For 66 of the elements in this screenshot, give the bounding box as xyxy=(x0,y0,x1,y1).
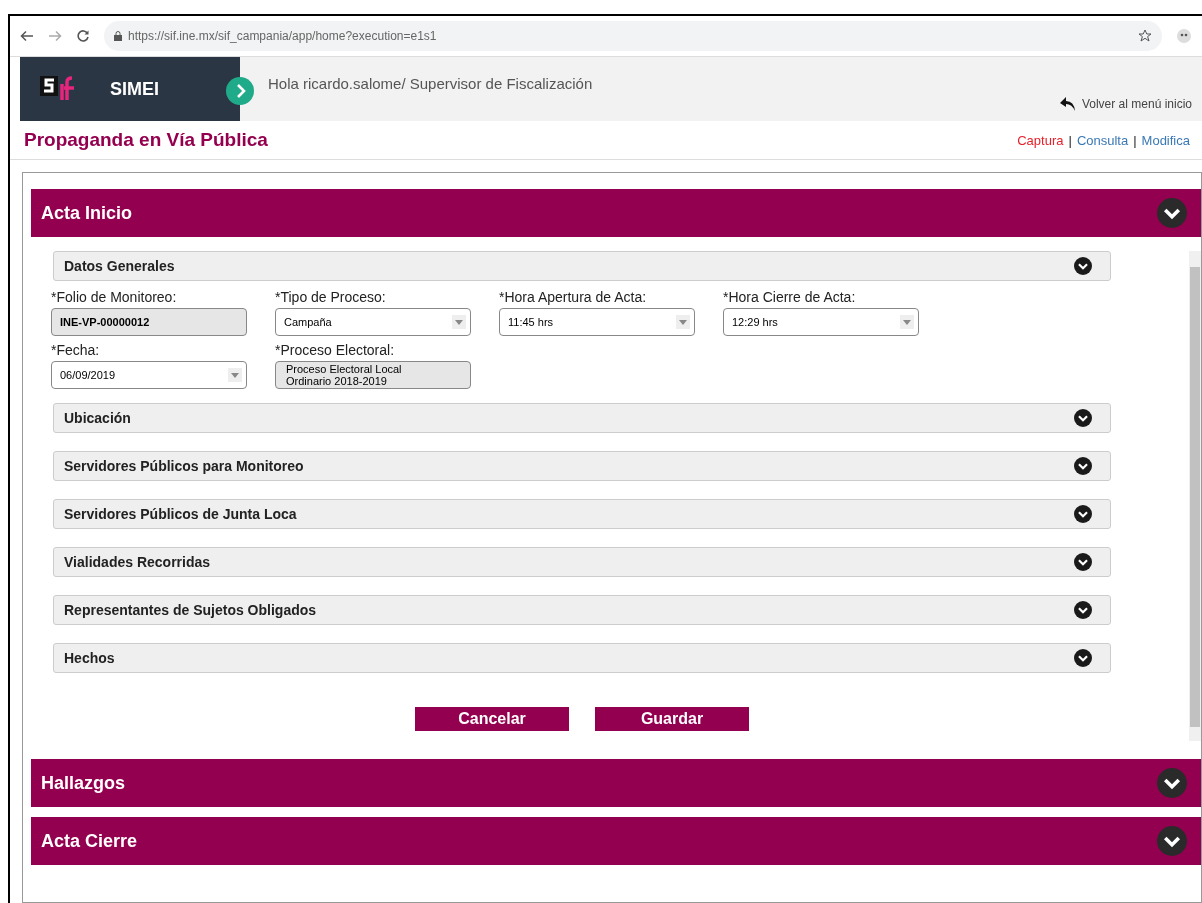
subsection-title: Vialidades Recorridas xyxy=(64,554,211,570)
subsection-header[interactable]: Vialidades Recorridas xyxy=(53,547,1111,577)
subsection-title: Datos Generales xyxy=(64,258,175,274)
section-title: Acta Inicio xyxy=(41,202,133,224)
input-field[interactable]: Proceso Electoral Local Ordinario 2018-2019 xyxy=(275,361,471,389)
subsection-title: Ubicación xyxy=(64,410,131,426)
subsection-header[interactable]: Ubicación xyxy=(53,403,1111,433)
subsection-title: Servidores Públicos de Junta Loca xyxy=(64,506,297,522)
chevron-down-icon[interactable] xyxy=(1074,601,1092,619)
dropdown-field[interactable]: 12:29 hrs xyxy=(723,308,919,336)
back-to-menu-link[interactable]: Volver al menú inicio xyxy=(1059,97,1202,121)
section-header[interactable]: Acta Cierre xyxy=(31,817,1201,865)
mode-link[interactable]: Modifica xyxy=(1141,132,1190,148)
chevron-down-icon[interactable] xyxy=(1074,257,1092,275)
chevron-down-icon[interactable] xyxy=(1157,198,1187,228)
scrollbar[interactable] xyxy=(1189,251,1201,741)
section-title: Hallazgos xyxy=(41,772,126,794)
mode-link[interactable]: Captura xyxy=(1017,132,1064,148)
chevron-down-icon[interactable] xyxy=(1074,457,1092,475)
lock-icon xyxy=(114,31,122,41)
action-button[interactable]: Cancelar xyxy=(415,707,569,731)
chevron-down-icon[interactable] xyxy=(1074,505,1092,523)
subsection-header[interactable]: Hechos xyxy=(53,643,1111,673)
page-title: Propaganda en Vía Pública xyxy=(24,129,268,151)
subsection-header[interactable]: Servidores Públicos de Junta Loca xyxy=(53,499,1111,529)
section-header[interactable]: Hallazgos xyxy=(31,759,1201,807)
subsection-title: Hechos xyxy=(64,650,115,666)
subsection-title: Servidores Públicos para Monitoreo xyxy=(64,458,304,474)
section-title: Acta Cierre xyxy=(41,830,138,852)
dropdown-field[interactable]: Campaña xyxy=(275,308,471,336)
dropdown-field[interactable]: 11:45 hrs xyxy=(499,308,695,336)
section-header[interactable]: Acta Inicio xyxy=(31,189,1201,237)
subsection-header[interactable]: Servidores Públicos para Monitoreo xyxy=(53,451,1111,481)
separator: | xyxy=(1068,132,1072,148)
caret-icon xyxy=(452,315,466,329)
subsection-title: Representantes de Sujetos Obligados xyxy=(64,602,317,618)
subsection-header[interactable]: Datos Generales xyxy=(53,251,1111,281)
app-name: SIMEI xyxy=(110,78,159,100)
greeting-text: Hola ricardo.salome/ Supervisor de Fiscalización xyxy=(268,75,593,92)
action-button[interactable]: Guardar xyxy=(595,707,749,731)
chevron-right-icon[interactable] xyxy=(226,77,254,105)
mode-link[interactable]: Consulta xyxy=(1076,132,1129,148)
subsection-header[interactable]: Representantes de Sujetos Obligados xyxy=(53,595,1111,625)
caret-icon xyxy=(676,315,690,329)
chevron-down-icon[interactable] xyxy=(1074,553,1092,571)
field-label: *Proceso Electoral: xyxy=(275,342,396,358)
separator: | xyxy=(1133,132,1137,148)
reload-icon[interactable] xyxy=(76,29,90,43)
field-label: *Fecha: xyxy=(51,342,101,358)
chevron-down-icon[interactable] xyxy=(1157,768,1187,798)
caret-icon xyxy=(228,368,242,382)
chevron-down-icon[interactable] xyxy=(1074,649,1092,667)
reply-arrow-icon xyxy=(1059,97,1076,111)
input-field[interactable]: INE-VP-00000012 xyxy=(51,308,247,336)
field-label: *Tipo de Proceso: xyxy=(275,289,387,305)
field-label: *Folio de Monitoreo: xyxy=(51,289,178,305)
chevron-down-icon[interactable] xyxy=(1074,409,1092,427)
caret-icon xyxy=(900,315,914,329)
address-bar[interactable]: https://sif.ine.mx/sif_campania/app/home?execution=e1s1 xyxy=(104,21,1162,51)
chevron-down-icon[interactable] xyxy=(1157,826,1187,856)
dropdown-field[interactable]: 06/09/2019 xyxy=(51,361,247,389)
back-arrow-icon[interactable] xyxy=(20,29,34,43)
extension-icon[interactable] xyxy=(1176,28,1192,44)
field-label: *Hora Cierre de Acta: xyxy=(723,289,857,305)
star-icon[interactable] xyxy=(1138,29,1152,43)
field-label: *Hora Apertura de Acta: xyxy=(499,289,648,305)
